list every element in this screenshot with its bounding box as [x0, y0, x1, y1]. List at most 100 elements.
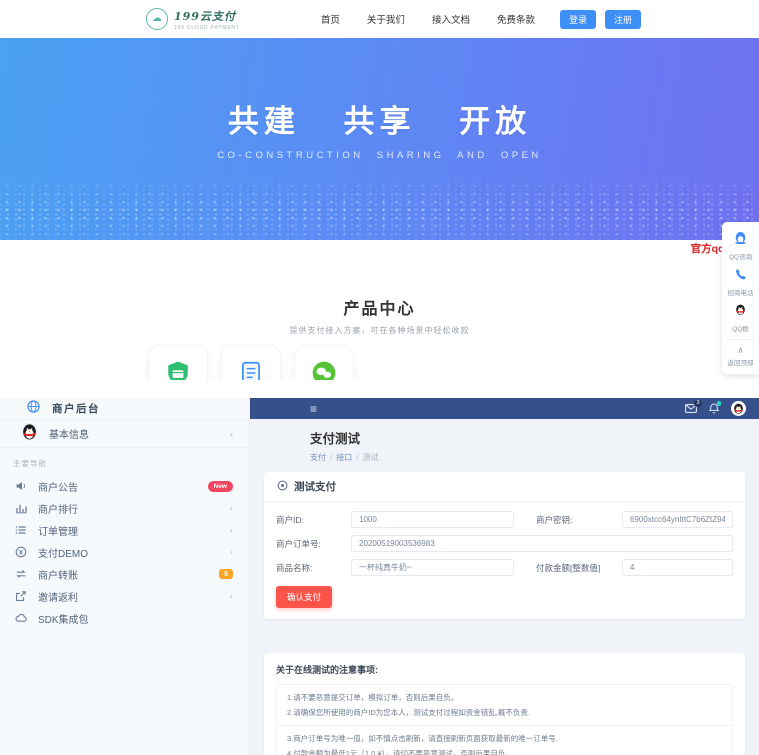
sidebar-item-label: 商户排行 [38, 501, 78, 516]
form-card-title: 测试支付 [294, 479, 336, 494]
sidebar-item-announcements[interactable]: 商户公告 New [0, 475, 249, 497]
breadcrumb-payment[interactable]: 支付 [310, 453, 326, 462]
avatar [20, 422, 39, 446]
login-button[interactable]: 登录 [560, 10, 596, 29]
nav-section-label: 主要导航 [0, 448, 249, 475]
coin-icon [15, 546, 28, 558]
logo-subtitle: 199 CLOUD PAYMENT [174, 25, 240, 31]
content-area: 支付测试 支付 / 接口 / 测试 测试支付 商户ID: [250, 419, 759, 755]
nav-link-docs[interactable]: 接入文档 [432, 12, 470, 26]
amount-input[interactable] [622, 559, 733, 576]
main-area: ≡ 3 支付测试 [250, 398, 759, 755]
count-badge: 6 [219, 569, 233, 579]
cloud-logo-icon: ☁ [146, 8, 168, 30]
dashboard-panel: 商户后台 基本信息 ‹ 主要导航 商户公告 New [0, 398, 759, 755]
landing-page: ☁ 199云支付 199 CLOUD PAYMENT 首页 关于我们 接入文档 … [0, 0, 759, 380]
breadcrumb-separator: / [356, 453, 358, 462]
nav-link-home[interactable]: 首页 [321, 12, 340, 26]
sidebar-item-label: 商户转账 [38, 567, 78, 582]
notification-dot [717, 401, 722, 406]
hero-subtitle: CO-CONSTRUCTION SHARING AND OPEN [0, 150, 759, 161]
product-card[interactable] [221, 345, 281, 380]
merchant-id-input[interactable] [351, 511, 514, 528]
product-name-label: 商品名称: [276, 562, 351, 574]
share-icon [15, 590, 28, 602]
sidebar-item-sdk-package[interactable]: SDK集成包 [0, 607, 249, 629]
mail-badge: 3 [694, 400, 702, 407]
order-no-label: 商户订单号: [276, 538, 351, 550]
sidebar-item-pay-demo[interactable]: 支付DEMO ‹ [0, 541, 249, 563]
mail-icon[interactable]: 3 [685, 404, 697, 413]
chevron-icon: ‹ [230, 591, 233, 601]
widget-label: 招商电话 [722, 287, 759, 297]
product-cards [148, 345, 354, 380]
note-item: 4.付款金额为最低1元（1.0 ¥），请切不要恶意测试，否则后果自负。 [287, 746, 722, 755]
merchant-key-input[interactable] [622, 511, 733, 528]
bell-icon[interactable] [709, 403, 719, 414]
amount-label: 付款金额[整数值] [514, 562, 622, 574]
product-card[interactable] [148, 345, 208, 380]
phone-item[interactable]: 招商电话 [722, 264, 759, 300]
sidebar-item-order-management[interactable]: 订单管理 ‹ [0, 519, 249, 541]
nav-link-about[interactable]: 关于我们 [367, 12, 405, 26]
document-icon [238, 360, 264, 380]
confirm-pay-button[interactable]: 确认支付 [276, 586, 332, 608]
sidebar: 商户后台 基本信息 ‹ 主要导航 商户公告 New [0, 398, 250, 755]
user-profile-row[interactable]: 基本信息 ‹ [0, 419, 249, 448]
sidebar-item-merchant-ranking[interactable]: 商户排行 ‹ [0, 497, 249, 519]
order-no-input[interactable] [351, 535, 733, 552]
wechat-icon [311, 360, 337, 380]
list-icon [15, 524, 28, 536]
qq-consult-item[interactable]: QQ咨询 [722, 228, 759, 264]
hero-banner: 共建 共享 开放 CO-CONSTRUCTION SHARING AND OPE… [0, 38, 759, 240]
page-title: 支付测试 [310, 428, 745, 447]
chevron-icon: ‹ [230, 429, 233, 439]
product-name-input[interactable] [351, 559, 514, 576]
product-card[interactable] [294, 345, 354, 380]
breadcrumb-interface[interactable]: 接口 [336, 453, 352, 462]
chevron-icon: ‹ [230, 503, 233, 513]
note-item: 1.请不要恶意提交订单，模拟订单，否则后果自负。 [287, 690, 722, 705]
note-item: 2.请确保您所使用的商户ID为您本人，测试支付过程如资金错乱,概不负责. [287, 705, 722, 720]
test-notes-card: 关于在线测试的注意事项: 1.请不要恶意提交订单，模拟订单，否则后果自负。 2.… [264, 653, 745, 755]
megaphone-icon [15, 480, 28, 492]
widget-label: 返回顶部 [722, 357, 759, 367]
notes-title: 关于在线测试的注意事项: [276, 663, 733, 676]
user-label: 基本信息 [49, 426, 89, 441]
penguin-icon [734, 303, 747, 320]
qq-icon [734, 231, 747, 248]
back-to-top[interactable]: ∧ 返回顶部 [722, 343, 759, 370]
products-subtitle: 提供支付接入方案，可在各种场景中轻松收款 [0, 325, 759, 336]
sidebar-item-label: SDK集成包 [38, 611, 89, 626]
sidebar-item-label: 支付DEMO [38, 545, 88, 560]
site-header: ☁ 199云支付 199 CLOUD PAYMENT 首页 关于我们 接入文档 … [0, 0, 759, 38]
widget-divider [727, 339, 754, 340]
breadcrumb: 支付 / 接口 / 测试 [310, 452, 745, 463]
globe-icon [27, 400, 40, 418]
register-button[interactable]: 注册 [605, 10, 641, 29]
widget-label: QQ群 [722, 323, 759, 333]
nav-link-terms[interactable]: 免费条款 [497, 12, 535, 26]
breadcrumb-test: 测试 [362, 453, 378, 462]
chevron-up-icon: ∧ [722, 346, 759, 355]
sidebar-brand[interactable]: 商户后台 [0, 398, 249, 419]
particle-field [0, 174, 759, 240]
note-item: 3.商户订单号为唯一值，如不慎点击刷新，请直接刷新页面获取最新的唯一订单号. [287, 731, 722, 746]
brand-label: 商户后台 [52, 401, 100, 416]
sidebar-item-label: 商户公告 [38, 479, 78, 494]
site-logo[interactable]: ☁ 199云支付 199 CLOUD PAYMENT [146, 8, 240, 31]
hamburger-menu-icon[interactable]: ≡ [310, 403, 317, 415]
sidebar-item-merchant-transfer[interactable]: 商户转账 6 [0, 563, 249, 585]
shield-icon [165, 360, 191, 380]
topbar-avatar[interactable] [731, 401, 746, 416]
sidebar-item-label: 订单管理 [38, 523, 78, 538]
topbar: ≡ 3 [250, 398, 759, 419]
phone-icon [735, 267, 747, 284]
top-nav: 首页 关于我们 接入文档 免费条款 [321, 12, 535, 26]
merchant-id-label: 商户ID: [276, 514, 351, 526]
transfer-icon [15, 568, 28, 580]
qq-group-item[interactable]: QQ群 [722, 300, 759, 336]
products-title: 产品中心 [0, 295, 759, 319]
breadcrumb-separator: / [330, 453, 332, 462]
sidebar-item-invite-rebate[interactable]: 邀请返利 ‹ [0, 585, 249, 607]
